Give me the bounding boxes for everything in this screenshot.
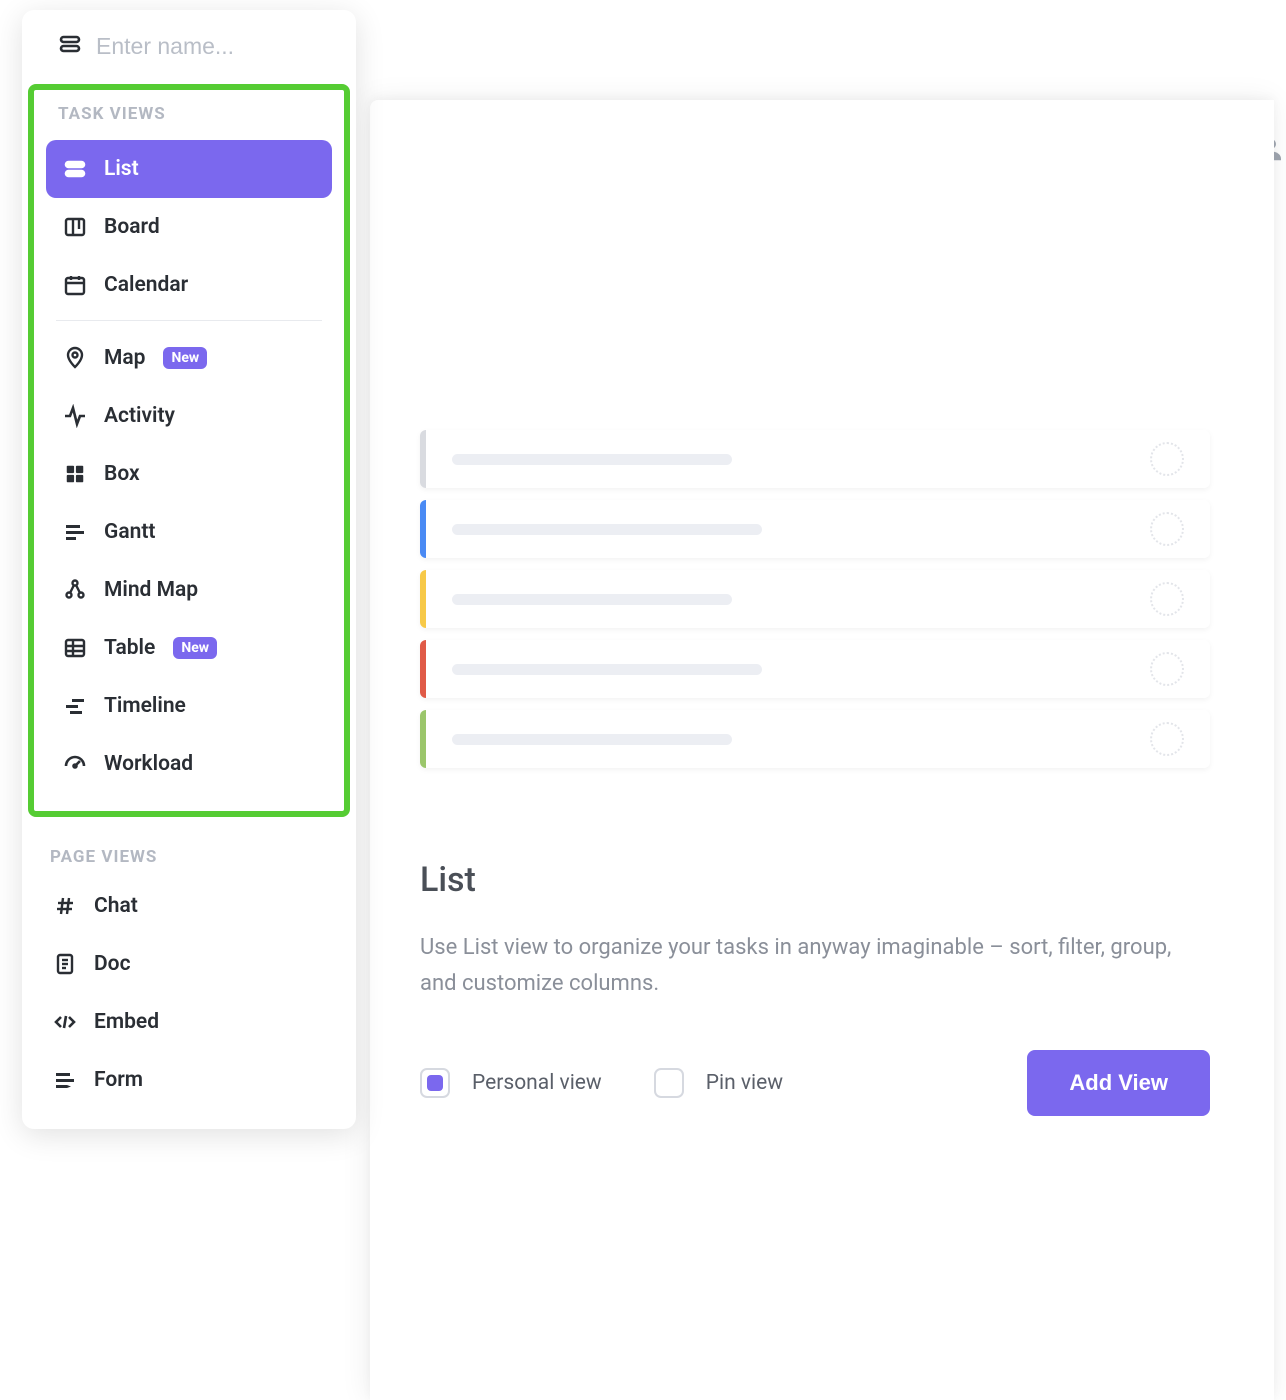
view-item-workload[interactable]: Workload bbox=[46, 735, 332, 793]
view-item-list[interactable]: List bbox=[46, 140, 332, 198]
view-item-doc[interactable]: Doc bbox=[42, 935, 336, 993]
map-pin-icon bbox=[62, 345, 88, 371]
table-icon bbox=[62, 635, 88, 661]
view-item-label: Activity bbox=[104, 404, 175, 428]
mindmap-icon bbox=[62, 577, 88, 603]
detail-description: Use List view to organize your tasks in … bbox=[420, 930, 1180, 1003]
avatar-icon bbox=[1274, 134, 1286, 168]
page-views-section: PAGE VIEWS Chat Doc Embed Form bbox=[22, 825, 356, 1109]
list-icon bbox=[62, 156, 88, 182]
embed-icon bbox=[52, 1009, 78, 1035]
page-views-label: PAGE VIEWS bbox=[42, 843, 336, 877]
new-badge: New bbox=[163, 347, 207, 369]
view-item-label: Timeline bbox=[104, 694, 186, 718]
view-item-label: Mind Map bbox=[104, 578, 198, 602]
personal-view-checkbox[interactable] bbox=[420, 1068, 450, 1098]
view-item-label: Embed bbox=[94, 1010, 159, 1034]
form-icon bbox=[52, 1067, 78, 1093]
view-item-label: Calendar bbox=[104, 273, 188, 297]
hash-icon bbox=[52, 893, 78, 919]
list-preview bbox=[420, 430, 1210, 780]
name-row bbox=[22, 10, 356, 84]
view-item-label: Workload bbox=[104, 752, 193, 776]
options-row: Personal view Pin view Add View bbox=[420, 1050, 1210, 1116]
preview-row bbox=[420, 570, 1210, 628]
divider bbox=[56, 320, 322, 321]
preview-row bbox=[420, 430, 1210, 488]
view-item-label: Map bbox=[104, 346, 145, 370]
preview-row bbox=[420, 710, 1210, 768]
view-item-form[interactable]: Form bbox=[42, 1051, 336, 1109]
new-badge: New bbox=[173, 637, 217, 659]
gantt-icon bbox=[62, 519, 88, 545]
calendar-icon bbox=[62, 272, 88, 298]
view-item-label: Form bbox=[94, 1068, 143, 1092]
board-icon bbox=[62, 214, 88, 240]
timeline-icon bbox=[62, 693, 88, 719]
view-item-box[interactable]: Box bbox=[46, 445, 332, 503]
pin-view-checkbox[interactable] bbox=[654, 1068, 684, 1098]
view-item-label: Chat bbox=[94, 894, 138, 918]
view-item-timeline[interactable]: Timeline bbox=[46, 677, 332, 735]
view-item-label: List bbox=[104, 157, 139, 181]
view-item-table[interactable]: Table New bbox=[46, 619, 332, 677]
list-icon bbox=[58, 32, 82, 60]
activity-icon bbox=[62, 403, 88, 429]
preview-row bbox=[420, 640, 1210, 698]
view-item-label: Table bbox=[104, 636, 155, 660]
view-item-embed[interactable]: Embed bbox=[42, 993, 336, 1051]
view-item-calendar[interactable]: Calendar bbox=[46, 256, 332, 314]
view-item-label: Box bbox=[104, 462, 140, 486]
view-item-map[interactable]: Map New bbox=[46, 329, 332, 387]
view-picker: TASK VIEWS List Board Calendar Map bbox=[22, 10, 356, 1129]
view-item-label: Board bbox=[104, 215, 160, 239]
view-item-activity[interactable]: Activity bbox=[46, 387, 332, 445]
view-item-chat[interactable]: Chat bbox=[42, 877, 336, 935]
preview-row bbox=[420, 500, 1210, 558]
view-name-input[interactable] bbox=[96, 33, 332, 60]
workload-icon bbox=[62, 751, 88, 777]
view-item-gantt[interactable]: Gantt bbox=[46, 503, 332, 561]
box-icon bbox=[62, 461, 88, 487]
pin-view-label: Pin view bbox=[706, 1071, 783, 1095]
view-item-mindmap[interactable]: Mind Map bbox=[46, 561, 332, 619]
task-views-label: TASK VIEWS bbox=[46, 100, 332, 140]
add-view-button[interactable]: Add View bbox=[1027, 1050, 1210, 1116]
view-item-label: Gantt bbox=[104, 520, 155, 544]
task-views-highlight: TASK VIEWS List Board Calendar Map bbox=[28, 84, 350, 817]
doc-icon bbox=[52, 951, 78, 977]
detail-title: List bbox=[420, 860, 476, 900]
personal-view-label: Personal view bbox=[472, 1071, 602, 1095]
view-item-label: Doc bbox=[94, 952, 131, 976]
view-item-board[interactable]: Board bbox=[46, 198, 332, 256]
